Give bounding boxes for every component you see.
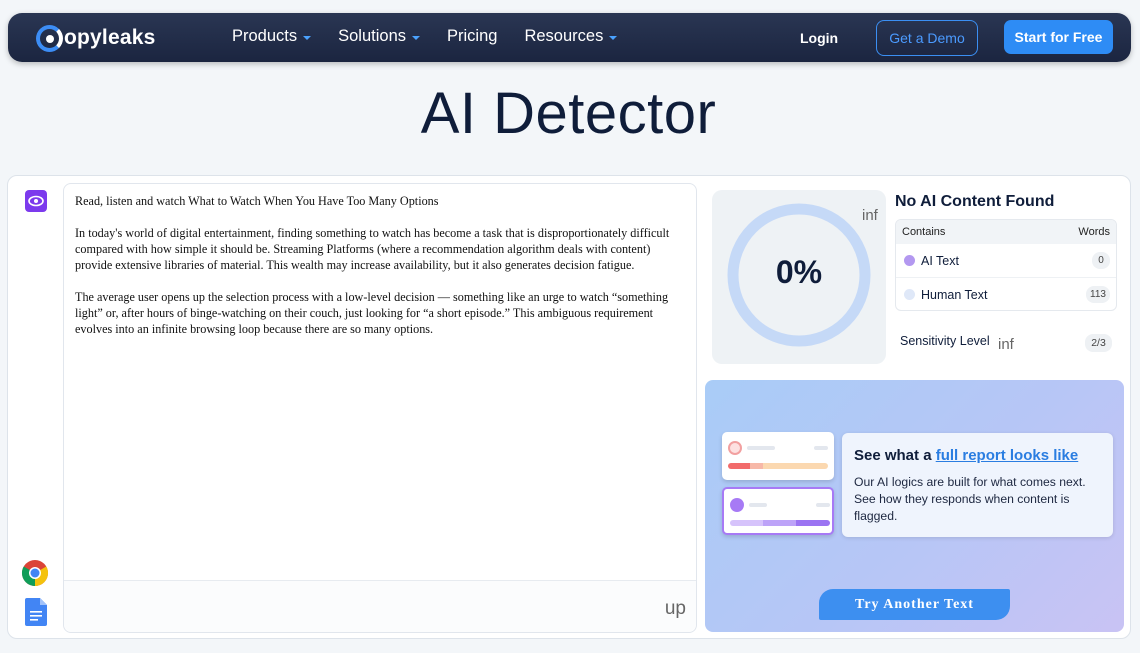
login-link[interactable]: Login [800, 30, 838, 46]
editor-content[interactable]: Read, listen and watch What to Watch Whe… [64, 184, 696, 362]
menu-pricing[interactable]: Pricing [447, 27, 497, 46]
chevron-down-icon [609, 35, 618, 40]
preview-line [747, 446, 775, 450]
eye-icon[interactable] [25, 190, 47, 212]
preview-bar [728, 463, 828, 469]
promo-description: Our AI logics are built for what comes n… [854, 475, 1086, 523]
ai-percentage: 0% [775, 254, 823, 290]
editor-paragraph: In today's world of digital entertainmen… [75, 226, 670, 272]
detector-card: Read, listen and watch What to Watch Whe… [7, 175, 1131, 639]
gauge-inf-label: inf [862, 207, 878, 224]
editor-paragraph: Read, listen and watch What to Watch Whe… [75, 194, 439, 208]
menu-resources-label: Resources [524, 27, 604, 45]
full-report-promo: See what a full report looks like Our AI… [705, 380, 1124, 632]
preview-line [814, 446, 828, 450]
sensitivity-inf-label: inf [998, 336, 1014, 353]
chrome-extension-icon[interactable] [21, 559, 49, 587]
try-another-text-button[interactable]: Try Another Text [819, 589, 1010, 620]
editor-paragraph: The average user opens up the selection … [75, 290, 669, 336]
get-demo-button[interactable]: Get a Demo [876, 20, 978, 56]
google-docs-icon[interactable] [25, 598, 47, 626]
promo-text-panel: See what a full report looks like Our AI… [842, 433, 1113, 537]
report-preview-card [722, 432, 834, 480]
preview-line [816, 503, 830, 507]
results-panel: inf 0% No AI Content Found Contains Word… [705, 182, 1125, 374]
contains-header: Contains [902, 226, 946, 238]
ai-score-gauge: inf 0% [712, 190, 886, 364]
menu-pricing-label: Pricing [447, 27, 498, 45]
text-input-area[interactable]: Read, listen and watch What to Watch Whe… [63, 183, 697, 633]
human-text-label: Human Text [921, 287, 988, 302]
menu-solutions[interactable]: Solutions [338, 27, 421, 46]
ai-text-count: 0 [1092, 252, 1110, 269]
promo-heading-prefix: See what a [854, 447, 936, 464]
sensitivity-label: Sensitivity Level [900, 334, 990, 348]
ai-sparkle-icon [730, 498, 744, 512]
chevron-down-icon [303, 35, 312, 40]
promo-heading: See what a full report looks like [854, 447, 1078, 464]
sensitivity-level-badge[interactable]: 2/3 [1085, 334, 1112, 352]
preview-bar [730, 520, 830, 526]
upload-button[interactable]: up [665, 598, 686, 620]
copyleaks-logo[interactable]: opyleaks [36, 23, 156, 53]
logo-c-icon [36, 24, 63, 52]
ai-text-label: AI Text [921, 253, 959, 268]
logo-text: opyleaks [64, 26, 156, 49]
words-header: Words [1078, 226, 1110, 238]
page-title: AI Detector [420, 81, 717, 146]
result-table: Contains Words AI Text 0 Human Text 113 [895, 219, 1117, 311]
human-text-row: Human Text 113 [896, 278, 1116, 310]
main-menu: Products Solutions Pricing Resources [232, 27, 644, 46]
top-navbar: opyleaks Products Solutions Pricing Reso… [8, 13, 1131, 62]
menu-products-label: Products [232, 27, 298, 45]
result-title: No AI Content Found [895, 193, 1055, 210]
menu-resources[interactable]: Resources [524, 27, 618, 46]
menu-solutions-label: Solutions [338, 27, 407, 45]
editor-footer: up [64, 580, 696, 632]
report-preview-card [722, 487, 834, 535]
plagiarism-icon [728, 441, 742, 455]
start-free-button[interactable]: Start for Free [1004, 20, 1113, 54]
chevron-down-icon [412, 35, 421, 40]
preview-line [749, 503, 767, 507]
human-text-count: 113 [1086, 286, 1110, 303]
ai-text-dot-icon [904, 255, 915, 266]
ai-text-row: AI Text 0 [896, 244, 1116, 278]
result-table-header: Contains Words [896, 220, 1116, 244]
full-report-link[interactable]: full report looks like [936, 447, 1079, 464]
human-text-dot-icon [904, 289, 915, 300]
menu-products[interactable]: Products [232, 27, 312, 46]
